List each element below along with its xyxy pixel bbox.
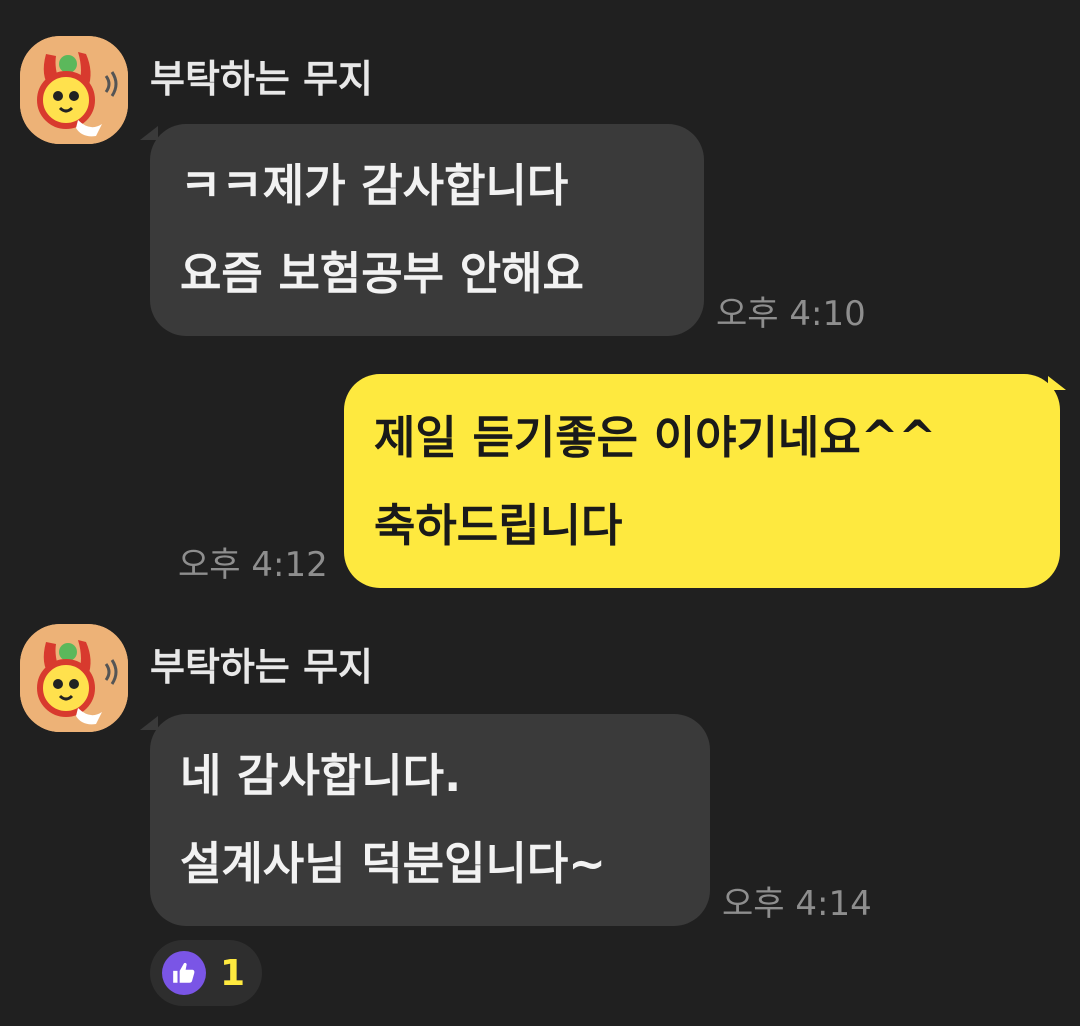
- bubble-tail: [140, 716, 158, 730]
- message-timestamp: 오후 4:14: [722, 884, 872, 924]
- thumbs-up-icon: [162, 951, 206, 995]
- sender-avatar[interactable]: [20, 36, 128, 144]
- sender-name: 부탁하는 무지: [150, 645, 373, 689]
- message-text: 제일 듣기좋은 이야기네요^^: [374, 411, 937, 464]
- message-bubble[interactable]: ㅋㅋ제가 감사합니다 요즘 보험공부 안해요: [150, 124, 704, 336]
- message-text: 네 감사합니다.: [180, 749, 462, 802]
- muzi-avatar-icon: [20, 36, 128, 144]
- message-text: 축하드립니다: [374, 499, 623, 552]
- message-text: 설계사님 덕분입니다~: [180, 837, 606, 890]
- sender-name: 부탁하는 무지: [150, 57, 373, 101]
- sender-avatar[interactable]: [20, 624, 128, 732]
- bubble-tail: [140, 126, 158, 140]
- reaction-badge[interactable]: 1: [150, 940, 262, 1006]
- message-timestamp: 오후 4:10: [716, 294, 866, 334]
- message-bubble[interactable]: 네 감사합니다. 설계사님 덕분입니다~: [150, 714, 710, 926]
- message-text: 요즘 보험공부 안해요: [180, 247, 584, 300]
- message-bubble[interactable]: 제일 듣기좋은 이야기네요^^ 축하드립니다: [344, 374, 1060, 588]
- muzi-avatar-icon: [20, 624, 128, 732]
- reaction-count: 1: [220, 952, 246, 994]
- message-text: ㅋㅋ제가 감사합니다: [180, 159, 569, 212]
- message-timestamp: 오후 4:12: [178, 545, 328, 585]
